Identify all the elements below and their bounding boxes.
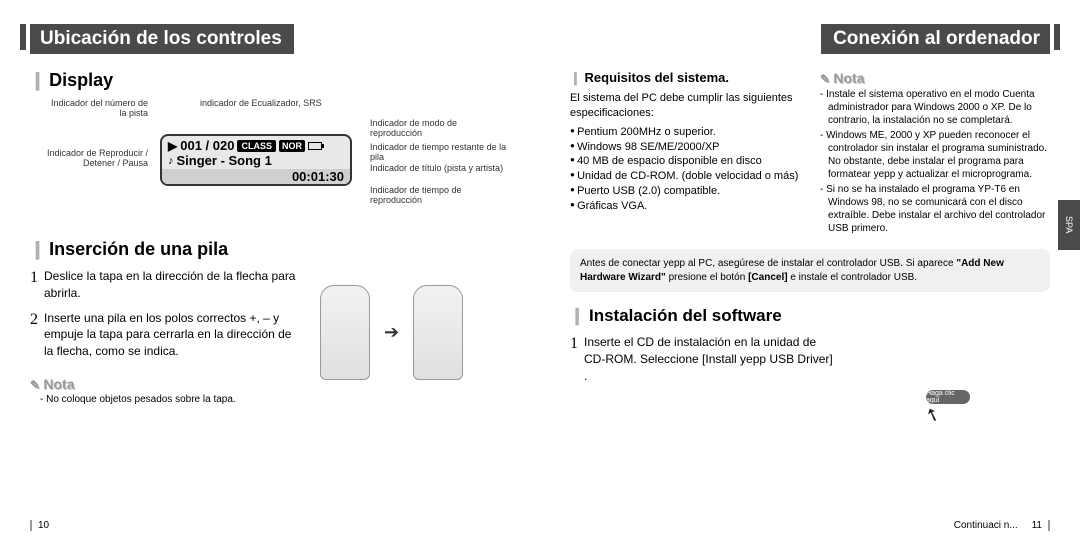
info-text: e instale el controlador USB. [790, 272, 917, 283]
lcd-nor-badge: NOR [279, 140, 305, 152]
step-2: 2 Inserte una pila en los polos correcto… [30, 310, 300, 360]
callout-track: Indicador del número de la pista [48, 99, 148, 119]
device-illustration [320, 285, 370, 380]
callout-playtime: Indicador de tiempo de reproducción [370, 186, 510, 206]
header-bar-right: Conexión al ordenador [550, 24, 1070, 56]
header-accent [1054, 24, 1060, 50]
step-number: 2 [30, 310, 38, 360]
battery-images: ➔ [320, 285, 463, 380]
step-number: 1 [570, 334, 578, 384]
play-icon: ▶ [168, 139, 177, 153]
callout-playmode: Indicador de modo de reproducción [370, 119, 510, 139]
info-text: Antes de conectar yepp al PC, asegúrese … [580, 258, 954, 269]
req-item: Unidad de CD-ROM. (doble velocidad o más… [570, 169, 800, 184]
lcd-row2: ♪ Singer - Song 1 [168, 153, 344, 168]
usb-info-box: Antes de conectar yepp al PC, asegúrese … [570, 249, 1050, 292]
lcd-screen: ▶ 001 / 020 CLASS NOR ♪ Singer - Song 1 … [160, 134, 352, 186]
req-item: Pentium 200MHz o superior. [570, 125, 800, 140]
battery-icon [308, 142, 322, 150]
right-page: Conexión al ordenador Requisitos del sis… [540, 0, 1080, 539]
lcd-time: 00:01:30 [162, 169, 350, 184]
callout-batt: Indicador de tiempo restante de la pila [370, 143, 510, 163]
lcd-class-badge: CLASS [237, 140, 276, 152]
req-item: Gráficas VGA. [570, 199, 800, 214]
lcd-song: Singer - Song 1 [177, 153, 272, 168]
nota-label: Nota [820, 70, 1050, 86]
callout-eq: indicador de Ecualizador, SRS [200, 99, 322, 109]
right-header-title: Conexión al ordenador [821, 24, 1050, 54]
display-section-title: Display [30, 70, 510, 91]
battery-section-title: Inserción de una pila [30, 239, 510, 260]
nota-list: Instale el sistema operativo en el modo … [820, 88, 1050, 235]
device-illustration [413, 285, 463, 380]
curved-arrow-icon: ➘ [922, 402, 943, 427]
page-number-left: 10 [30, 520, 49, 531]
info-bold: [Cancel] [748, 272, 787, 283]
click-here-illustration: Haga clic aquí ➘ [910, 380, 970, 425]
music-note-icon: ♪ [168, 155, 174, 167]
req-item: 40 MB de espacio disponible en disco [570, 154, 800, 169]
step-text: Inserte el CD de instalación en la unida… [584, 334, 839, 384]
arrow-icon: ➔ [384, 322, 399, 343]
install-title: Instalación del software [570, 306, 1050, 326]
callout-playstatus: Indicador de Reproducir / Detener / Paus… [30, 149, 148, 169]
nota-text: No coloque objetos pesados sobre la tapa… [40, 394, 510, 405]
info-text: presione el botón [669, 272, 749, 283]
header-bar-left: Ubicación de los controles [10, 24, 530, 56]
step-text: Deslice la tapa en la dirección de la fl… [44, 268, 300, 302]
lcd-row1: ▶ 001 / 020 CLASS NOR [168, 138, 344, 153]
page-number-right: 11 [1032, 520, 1042, 531]
click-here-badge: Haga clic aquí [926, 390, 970, 404]
page-footer-right: Continuaci n... 11 [954, 520, 1050, 531]
callout-title: Indicador de título (pista y artista) [370, 164, 503, 174]
nota-item: Instale el sistema operativo en el modo … [820, 88, 1050, 127]
nota-item: Windows ME, 2000 y XP pueden reconocer e… [820, 129, 1050, 181]
nota-item: Si no se ha instalado el programa YP-T6 … [820, 183, 1050, 235]
display-diagram: Indicador del número de la pista indicad… [30, 99, 510, 229]
step-text: Inserte una pila en los polos correctos … [44, 310, 300, 360]
requirements-list: Pentium 200MHz o superior. Windows 98 SE… [570, 125, 800, 214]
left-header-title: Ubicación de los controles [30, 24, 294, 54]
requirements-title: Requisitos del sistema. [570, 70, 800, 86]
req-item: Puerto USB (2.0) compatible. [570, 184, 800, 199]
left-page: Ubicación de los controles Display Indic… [0, 0, 540, 539]
header-accent [20, 24, 26, 50]
install-step-1: 1 Inserte el CD de instalación en la uni… [570, 334, 1050, 384]
language-tab: SPA [1058, 200, 1080, 250]
req-item: Windows 98 SE/ME/2000/XP [570, 140, 800, 155]
lcd-track: 001 / 020 [180, 138, 234, 153]
step-1: 1 Deslice la tapa en la dirección de la … [30, 268, 300, 302]
step-number: 1 [30, 268, 38, 302]
continued-text: Continuaci n... [954, 520, 1018, 531]
requirements-intro: El sistema del PC debe cumplir las sigui… [570, 91, 800, 121]
